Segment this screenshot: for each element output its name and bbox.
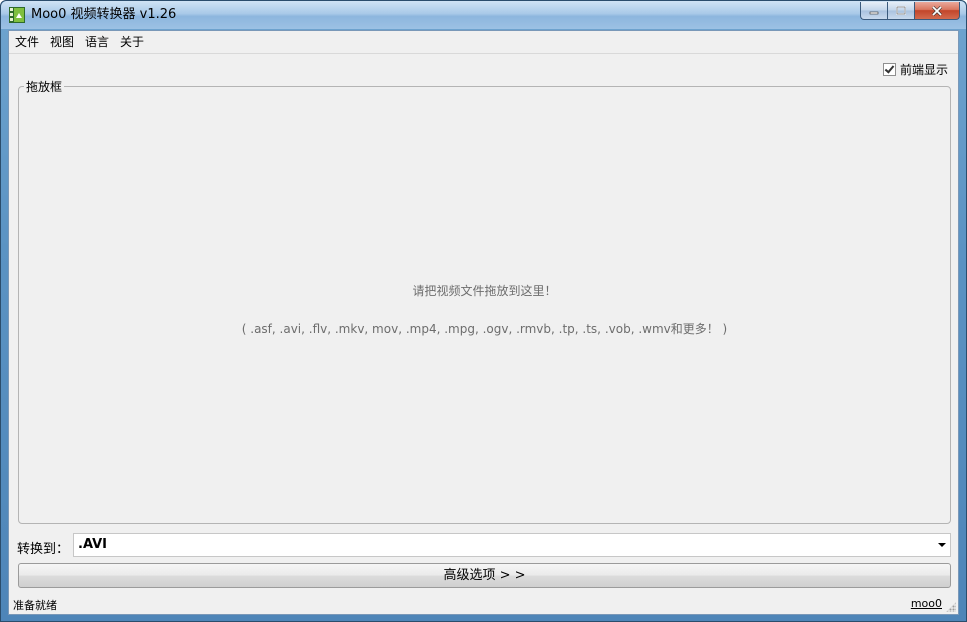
- moo0-link[interactable]: moo0: [911, 597, 942, 610]
- resize-grip-icon[interactable]: [946, 602, 956, 612]
- title-bar[interactable]: Moo0 视频转换器 v1.26: [1, 1, 966, 29]
- window-controls: [860, 2, 960, 21]
- chevron-down-icon[interactable]: [938, 543, 946, 547]
- advanced-options-button[interactable]: 高级选项 > >: [18, 563, 951, 588]
- status-bar: 准备就绪 moo0: [9, 592, 958, 614]
- convert-to-label: 转换到：: [17, 542, 70, 557]
- maximize-button[interactable]: [887, 2, 914, 20]
- menu-about[interactable]: 关于: [114, 31, 149, 53]
- always-on-top-option[interactable]: 前端显示: [882, 61, 948, 78]
- menu-view[interactable]: 视图: [44, 31, 79, 53]
- close-icon: [931, 5, 943, 16]
- always-on-top-label: 前端显示: [899, 63, 948, 77]
- close-button[interactable]: [914, 2, 960, 20]
- drop-zone-prompt: 请把视频文件拖放到这里！: [412, 284, 557, 298]
- window-title: Moo0 视频转换器 v1.26: [31, 7, 177, 22]
- drop-zone[interactable]: 拖放框 请把视频文件拖放到这里！ ( .asf, .avi, .flv, .mk…: [18, 78, 951, 524]
- client-area: 文件 视图 语言 关于 前端显示 拖放框 请把视频文件拖放到这里！ ( .asf…: [8, 30, 959, 615]
- minimize-icon: [869, 11, 879, 14]
- app-window: Moo0 视频转换器 v1.26 文件 视图 语言 关于 前端显示 拖放框 请把…: [0, 0, 967, 622]
- film-icon: [9, 7, 25, 23]
- format-select-value: .AVI: [78, 537, 108, 552]
- drop-zone-formats: ( .asf, .avi, .flv, .mkv, mov, .mp4, .mp…: [241, 322, 728, 336]
- minimize-button[interactable]: [860, 2, 887, 20]
- menu-file[interactable]: 文件: [9, 31, 44, 53]
- menu-bar: 文件 视图 语言 关于: [9, 31, 958, 54]
- format-select[interactable]: .AVI: [73, 533, 951, 557]
- drop-zone-legend: 拖放框: [24, 78, 65, 95]
- menu-language[interactable]: 语言: [79, 31, 114, 53]
- maximize-icon: [896, 6, 906, 15]
- status-text: 准备就绪: [13, 599, 57, 612]
- always-on-top-checkbox[interactable]: [882, 63, 896, 76]
